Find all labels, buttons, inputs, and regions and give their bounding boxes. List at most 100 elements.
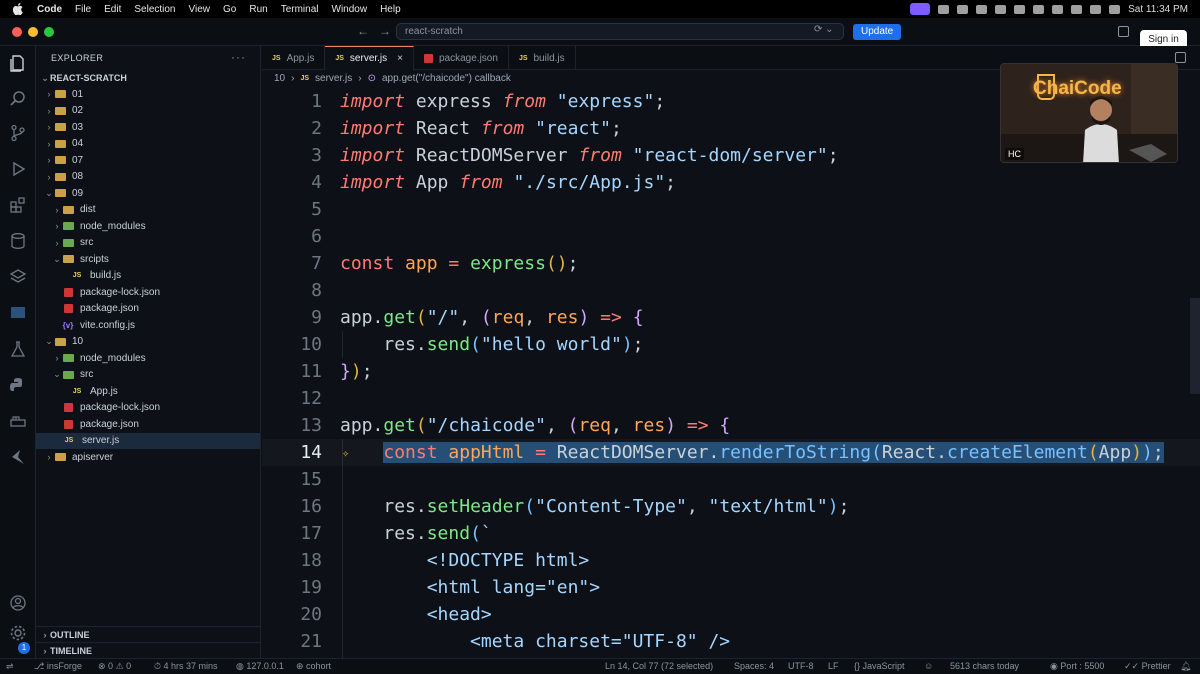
remote-explorer-icon[interactable] <box>9 304 27 322</box>
tree-item[interactable]: › dist <box>36 202 260 219</box>
menu-go[interactable]: Go <box>223 4 236 15</box>
cursor-position[interactable]: Ln 14, Col 77 (72 selected) <box>605 661 713 671</box>
tree-item[interactable]: › src <box>36 235 260 252</box>
search-icon[interactable] <box>1090 4 1102 14</box>
code-line[interactable]: 19 <html lang="en"> <box>262 574 1200 601</box>
menu-edit[interactable]: Edit <box>104 4 121 15</box>
flask-icon[interactable] <box>9 340 27 358</box>
layers-icon[interactable] <box>9 268 27 286</box>
remote-indicator-icon[interactable]: ⇌ <box>6 661 14 672</box>
project-section-header[interactable]: ⌄ REACT-SCRATCH <box>36 70 260 86</box>
tab-server-js[interactable]: JS server.js × <box>325 46 414 70</box>
tree-item[interactable]: › 03 <box>36 119 260 136</box>
menu-code[interactable]: Code <box>37 4 62 15</box>
tree-item[interactable]: {v} vite.config.js <box>36 317 260 334</box>
tree-item[interactable]: › 04 <box>36 136 260 153</box>
tree-item[interactable]: › 02 <box>36 103 260 120</box>
tree-item[interactable]: JS build.js <box>36 268 260 285</box>
code-line[interactable]: 5 <box>262 196 1200 223</box>
update-button[interactable]: Update <box>853 24 902 40</box>
source-control-icon[interactable] <box>9 124 27 142</box>
accounts-icon[interactable] <box>9 594 27 612</box>
code-line[interactable]: 6 <box>262 223 1200 250</box>
code-line[interactable]: 12 <box>262 385 1200 412</box>
docker-icon[interactable] <box>9 412 27 430</box>
menu-file[interactable]: File <box>75 4 91 15</box>
tree-item[interactable]: ⌄ 10 <box>36 334 260 351</box>
wifi-icon[interactable] <box>1071 4 1083 14</box>
tray-icon[interactable] <box>976 4 988 14</box>
indentation-status[interactable]: Spaces: 4 <box>734 661 774 671</box>
menu-view[interactable]: View <box>189 4 211 15</box>
chars-today[interactable]: 5613 chars today <box>950 661 1019 671</box>
outline-section[interactable]: › OUTLINE <box>36 626 261 642</box>
tree-item[interactable]: › node_modules <box>36 218 260 235</box>
code-line[interactable]: 18 <!DOCTYPE html> <box>262 547 1200 574</box>
code-line[interactable]: 11}); <box>262 358 1200 385</box>
explorer-icon[interactable] <box>9 54 27 72</box>
problems-status[interactable]: ⊗ 0 ⚠ 0 <box>98 661 131 672</box>
menubar-clock[interactable]: Sat 11:34 PM <box>1128 4 1188 15</box>
menu-terminal[interactable]: Terminal <box>281 4 319 15</box>
forward-arrow-icon[interactable]: → <box>379 24 391 38</box>
code-line[interactable]: 9 app.get("/", (req, res) => { <box>262 304 1200 331</box>
breadcrumb-file[interactable]: server.js <box>315 73 352 84</box>
zoom-window-button[interactable] <box>44 27 54 37</box>
timeline-section[interactable]: › TIMELINE <box>36 642 261 658</box>
apple-icon[interactable] <box>13 3 27 15</box>
tree-item[interactable]: package.json <box>36 301 260 318</box>
menu-run[interactable]: Run <box>249 4 267 15</box>
code-line[interactable]: 21 <meta charset="UTF-8" /> <box>262 628 1200 655</box>
tab-app-js[interactable]: JS App.js <box>262 46 326 70</box>
time-tracker[interactable]: ⏱ 4 hrs 37 mins <box>154 661 218 672</box>
kite-icon[interactable] <box>9 448 27 466</box>
close-icon[interactable]: × <box>397 53 403 64</box>
tree-item[interactable]: JS App.js <box>36 383 260 400</box>
bluetooth-icon[interactable] <box>1052 4 1064 14</box>
close-window-button[interactable] <box>12 27 22 37</box>
breadcrumb-folder[interactable]: 10 <box>274 73 285 84</box>
tree-item[interactable]: › 08 <box>36 169 260 186</box>
tray-icon[interactable] <box>938 4 950 14</box>
notifications-bell-icon[interactable]: 🔔︎ <box>1180 661 1191 672</box>
command-center-search[interactable]: react-scratch <box>396 23 844 40</box>
tree-item[interactable]: JS server.js <box>36 432 260 449</box>
code-line[interactable]: 7 const app = express(); <box>262 250 1200 277</box>
tray-icon[interactable] <box>995 4 1007 14</box>
code-line[interactable]: 16 res.setHeader("Content-Type", "text/h… <box>262 493 1200 520</box>
live-host[interactable]: ◍ 127.0.0.1 <box>236 661 284 672</box>
tray-icon[interactable] <box>1014 4 1026 14</box>
live-server-port[interactable]: ◉ Port : 5500 <box>1050 661 1104 672</box>
tree-item[interactable]: package-lock.json <box>36 284 260 301</box>
more-actions-icon[interactable]: ··· <box>231 50 246 64</box>
code-line[interactable]: 4 import App from "./src/App.js"; <box>262 169 1200 196</box>
prettier-status[interactable]: ✓✓ Prettier <box>1124 661 1171 672</box>
code-line[interactable]: 10 res.send("hello world"); <box>262 331 1200 358</box>
code-line[interactable]: 15 <box>262 466 1200 493</box>
toggle-sidebar-icon[interactable] <box>1118 26 1129 37</box>
minimize-window-button[interactable] <box>28 27 38 37</box>
code-line[interactable]: 20 <head> <box>262 601 1200 628</box>
tab-package-json[interactable]: package.json <box>414 46 509 70</box>
settings-gear-icon[interactable] <box>9 624 27 642</box>
menu-window[interactable]: Window <box>332 4 368 15</box>
code-line[interactable]: 14 ✧ const appHtml = ReactDOMServer.rende… <box>262 439 1200 466</box>
tray-icon[interactable] <box>1033 4 1045 14</box>
search-icon[interactable] <box>9 90 27 108</box>
code-line[interactable]: 8 <box>262 277 1200 304</box>
tree-item[interactable]: › node_modules <box>36 350 260 367</box>
branch-status[interactable]: ⎇ insForge <box>34 661 82 672</box>
extensions-icon[interactable] <box>9 196 27 214</box>
python-icon[interactable] <box>9 376 27 394</box>
theme-status[interactable]: ⊕ cohort <box>296 661 331 672</box>
menu-help[interactable]: Help <box>380 4 401 15</box>
tree-item[interactable]: › 01 <box>36 86 260 103</box>
code-line[interactable]: 17 res.send(` <box>262 520 1200 547</box>
tree-item[interactable]: ⌄ srcipts <box>36 251 260 268</box>
copilot-icon[interactable]: ⟳ ⌄ <box>814 24 834 35</box>
tray-icon[interactable] <box>957 4 969 14</box>
breadcrumb-symbol[interactable]: app.get("/chaicode") callback <box>382 73 511 84</box>
split-editor-icon[interactable] <box>1175 52 1186 63</box>
tree-item[interactable]: package-lock.json <box>36 400 260 417</box>
tree-item[interactable]: › apiserver <box>36 449 260 466</box>
